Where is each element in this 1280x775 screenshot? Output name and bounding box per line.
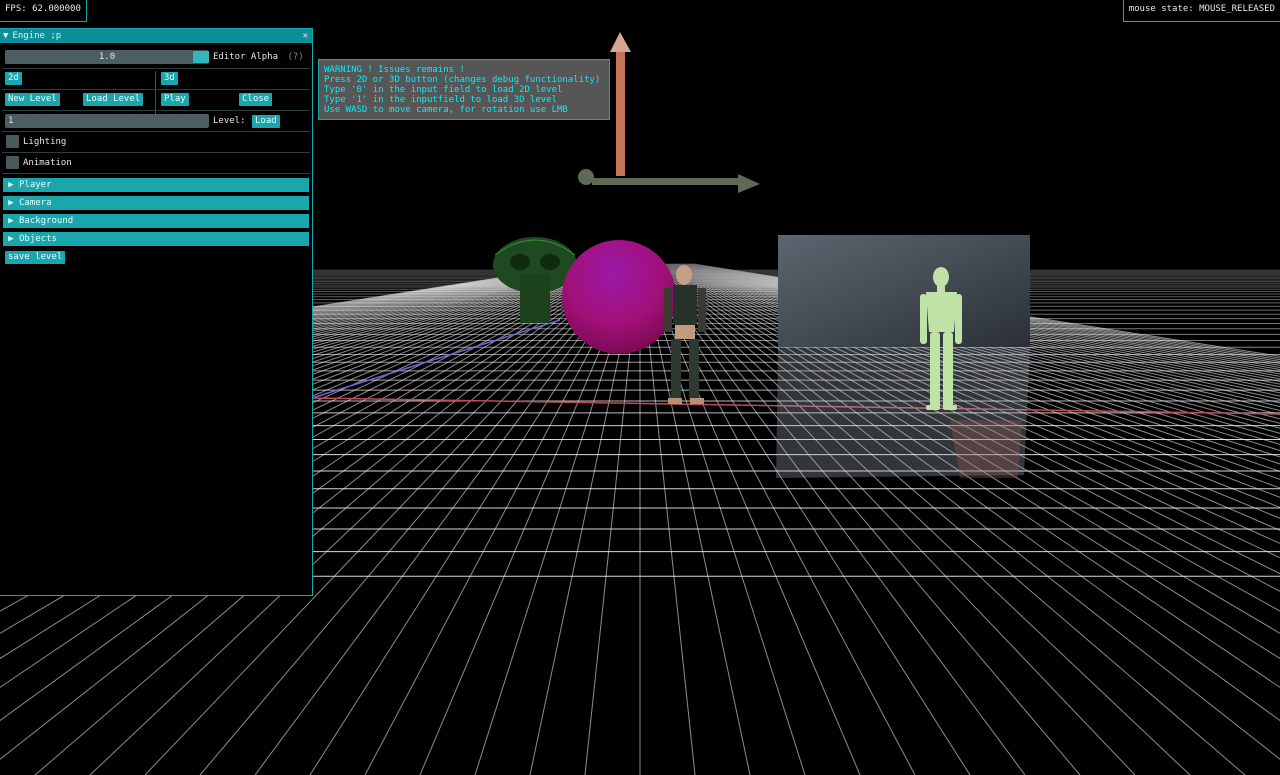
glass-box-object[interactable] bbox=[776, 235, 1030, 478]
mouse-state-text: mouse state: MOUSE_RELEASED bbox=[1128, 4, 1275, 14]
close-button[interactable]: Close bbox=[239, 93, 273, 106]
section-header-objects[interactable]: ▶ Objects bbox=[3, 232, 309, 246]
warning-message-box: WARNING ! Issues remains ! Press 2D or 3… bbox=[318, 59, 610, 120]
3d-button[interactable]: 3d bbox=[161, 72, 178, 85]
load-button[interactable]: Load bbox=[252, 115, 280, 128]
new-level-button[interactable]: New Level bbox=[5, 93, 60, 106]
separator bbox=[2, 110, 310, 111]
separator bbox=[2, 131, 310, 132]
triangle-right-icon: ▶ bbox=[8, 216, 14, 226]
mouse-state-indicator: mouse state: MOUSE_RELEASED bbox=[1122, 0, 1280, 22]
separator bbox=[2, 152, 310, 153]
2d-button[interactable]: 2d bbox=[5, 72, 22, 85]
triangle-down-icon[interactable]: ▼ bbox=[3, 29, 8, 43]
section-header-camera[interactable]: ▶ Camera bbox=[3, 196, 309, 210]
warning-line: Use WASD to move camera, for rotation us… bbox=[324, 105, 568, 115]
alpha-label-text: Editor Alpha bbox=[213, 52, 279, 62]
editor-alpha-slider[interactable]: 1.0 bbox=[5, 50, 209, 64]
animation-checkbox[interactable] bbox=[6, 156, 19, 169]
editor-alpha-label: Editor Alpha (?) bbox=[213, 50, 304, 64]
level-input-field[interactable]: 1 bbox=[5, 114, 209, 128]
triangle-right-icon: ▶ bbox=[8, 234, 14, 244]
lighting-label: Lighting bbox=[23, 137, 67, 147]
close-icon[interactable]: ✕ bbox=[303, 29, 308, 43]
column-divider bbox=[155, 71, 156, 119]
triangle-right-icon: ▶ bbox=[8, 198, 14, 208]
section-header-background[interactable]: ▶ Background bbox=[3, 214, 309, 228]
editor-title-bar[interactable]: ▼ Engine ;p ✕ bbox=[0, 29, 312, 43]
warning-line: Type '0' in the input field to load 2D l… bbox=[324, 85, 563, 95]
section-label: Camera bbox=[19, 198, 52, 208]
engine-editor-window[interactable]: ▼ Engine ;p ✕ 1.0 Editor Alpha (?) 2d 3d … bbox=[0, 28, 313, 596]
fps-counter: FPS: 62.000000 bbox=[0, 0, 87, 22]
level-input-value: 1 bbox=[8, 116, 14, 126]
lighting-checkbox[interactable] bbox=[6, 135, 19, 148]
slider-value: 1.0 bbox=[98, 52, 116, 62]
warning-line: WARNING ! Issues remains ! bbox=[324, 65, 465, 75]
help-marker[interactable]: (?) bbox=[287, 52, 303, 62]
section-label: Background bbox=[19, 216, 74, 226]
section-label: Player bbox=[19, 180, 52, 190]
warning-line: Press 2D or 3D button (changes debug fun… bbox=[324, 75, 601, 85]
separator bbox=[2, 68, 310, 69]
section-header-player[interactable]: ▶ Player bbox=[3, 178, 309, 192]
fps-text: FPS: 62.000000 bbox=[5, 4, 81, 14]
separator bbox=[2, 173, 310, 174]
sphere-object[interactable] bbox=[562, 240, 676, 354]
warning-line: Type '1' in the inputfield to load 3D le… bbox=[324, 95, 557, 105]
section-label: Objects bbox=[19, 234, 57, 244]
level-label: Level: bbox=[213, 116, 246, 126]
play-button[interactable]: Play bbox=[161, 93, 189, 106]
editor-title: Engine ;p bbox=[12, 31, 62, 41]
animation-label: Animation bbox=[23, 158, 72, 168]
load-level-button[interactable]: Load Level bbox=[83, 93, 144, 106]
save-level-button[interactable]: save level bbox=[5, 251, 66, 264]
triangle-right-icon: ▶ bbox=[8, 180, 14, 190]
separator bbox=[2, 89, 310, 90]
